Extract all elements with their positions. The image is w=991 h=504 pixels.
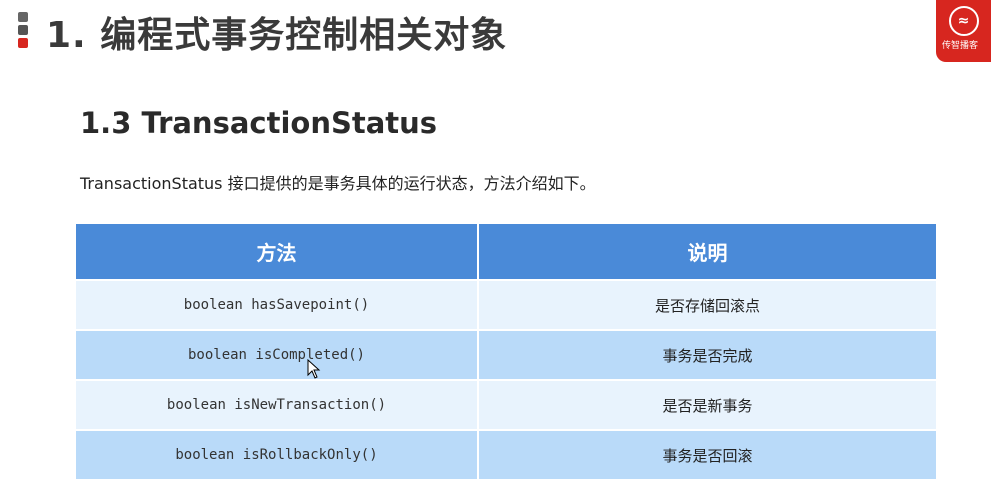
header-description: 说明 — [479, 224, 936, 279]
description-cell: 事务是否回滚 — [479, 431, 936, 479]
description-cell: 事务是否完成 — [479, 331, 936, 379]
method-cell: boolean hasSavepoint() — [76, 281, 477, 329]
section-title: 1.3 TransactionStatus — [80, 106, 438, 140]
dragon-logo-icon: ≈ — [948, 6, 979, 36]
method-cell: boolean isRollbackOnly() — [76, 431, 477, 479]
mouse-cursor-icon — [307, 359, 321, 379]
title-marker — [18, 12, 30, 51]
intro-text: TransactionStatus 接口提供的是事务具体的运行状态，方法介绍如下… — [80, 174, 596, 193]
methods-table: 方法 说明 boolean hasSavepoint() 是否存储回滚点 boo… — [76, 224, 936, 481]
description-cell: 是否是新事务 — [479, 381, 936, 429]
table-row: boolean isRollbackOnly() 事务是否回滚 — [76, 431, 936, 479]
logo-text: 传智播客 — [942, 41, 979, 51]
table-row: boolean isCompleted() 事务是否完成 — [76, 331, 936, 379]
method-cell: boolean isCompleted() — [76, 331, 477, 379]
description-cell: 是否存储回滚点 — [479, 281, 936, 329]
table-row: boolean hasSavepoint() 是否存储回滚点 — [76, 281, 936, 329]
table-header-row: 方法 说明 — [76, 224, 936, 279]
method-cell: boolean isNewTransaction() — [76, 381, 477, 429]
page-title: 1. 编程式事务控制相关对象 — [46, 15, 508, 56]
table-row: boolean isNewTransaction() 是否是新事务 — [76, 381, 936, 429]
header-method: 方法 — [76, 224, 477, 279]
brand-logo: ≈ 传智播客 — [936, 0, 991, 62]
